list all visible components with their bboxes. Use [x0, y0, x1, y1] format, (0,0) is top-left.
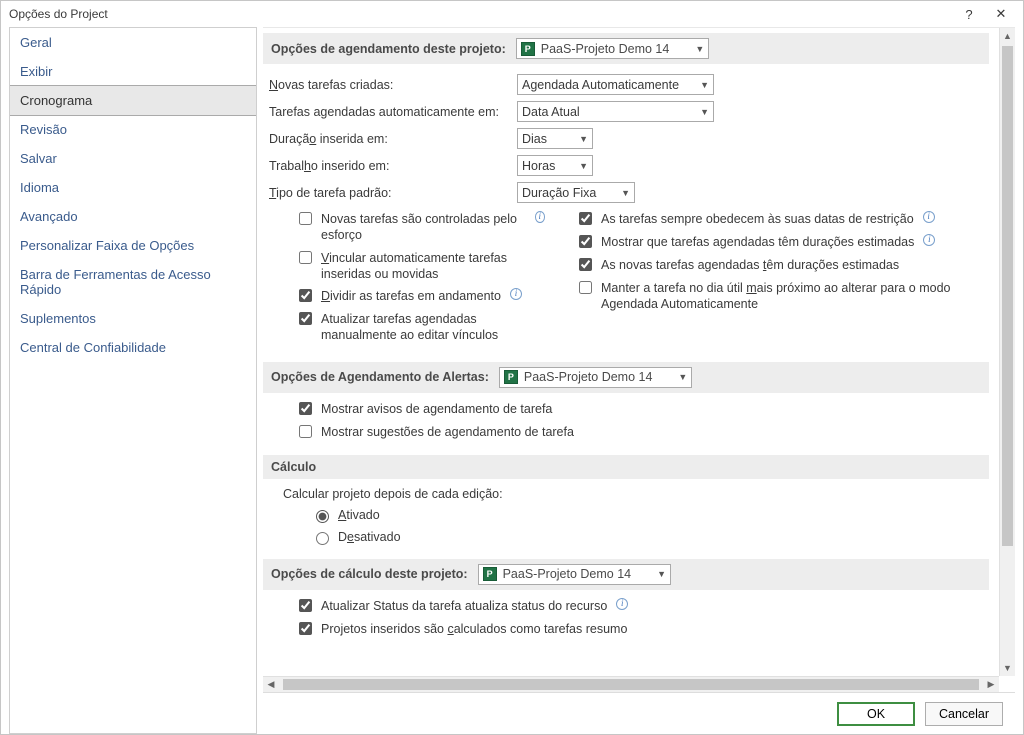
project-file-icon: P — [521, 42, 535, 56]
window-title: Opções do Project — [9, 7, 953, 21]
dialog-footer: OK Cancelar — [263, 692, 1015, 734]
novas-tarefas-combo[interactable]: Agendada Automaticamente▼ — [517, 74, 714, 95]
help-button[interactable]: ? — [953, 1, 985, 27]
scroll-right-arrow[interactable]: ▶ — [983, 677, 999, 692]
vertical-scrollbar[interactable]: ▲ ▼ — [999, 28, 1015, 676]
info-icon[interactable]: i — [923, 234, 935, 246]
chevron-down-icon: ▼ — [700, 107, 709, 117]
duracao-label: Duração inserida em: — [267, 132, 517, 146]
chevron-down-icon: ▼ — [579, 134, 588, 144]
chevron-down-icon: ▼ — [657, 569, 666, 579]
radio-calc-on[interactable]: Ativado — [311, 507, 985, 523]
duracao-combo[interactable]: Dias▼ — [517, 128, 593, 149]
info-icon[interactable]: i — [616, 598, 628, 610]
sidebar-item-suplementos[interactable]: Suplementos — [10, 304, 256, 333]
sidebar-item-barra-acesso-rapido[interactable]: Barra de Ferramentas de Acesso Rápido — [10, 260, 256, 304]
section-calc-project: Opções de cálculo deste projeto: P PaaS-… — [263, 559, 989, 590]
chk-show-estimated[interactable]: Mostrar que tarefas agendadas têm duraçõ… — [575, 234, 985, 251]
calc-project-select[interactable]: P PaaS-Projeto Demo 14 ▼ — [478, 564, 671, 585]
scroll-left-arrow[interactable]: ◀ — [263, 677, 279, 692]
chevron-down-icon: ▼ — [579, 161, 588, 171]
category-sidebar[interactable]: Geral Exibir Cronograma Revisão Salvar I… — [9, 27, 257, 734]
sidebar-item-geral[interactable]: Geral — [10, 28, 256, 57]
scroll-up-arrow[interactable]: ▲ — [1000, 28, 1015, 44]
chevron-down-icon: ▼ — [678, 372, 687, 382]
cancel-button[interactable]: Cancelar — [925, 702, 1003, 726]
chk-split[interactable]: Dividir as tarefas em andamentoi — [295, 288, 545, 305]
sidebar-item-exibir[interactable]: Exibir — [10, 57, 256, 86]
sidebar-item-central-confiabilidade[interactable]: Central de Confiabilidade — [10, 333, 256, 362]
close-button[interactable]: ✕ — [985, 1, 1017, 27]
sidebar-item-idioma[interactable]: Idioma — [10, 173, 256, 202]
tarefas-auto-combo[interactable]: Data Atual▼ — [517, 101, 714, 122]
calc-label: Calcular projeto depois de cada edição: — [283, 487, 985, 501]
tipo-padrao-label: Tipo de tarefa padrão: — [267, 186, 517, 200]
chk-show-suggestions[interactable]: Mostrar sugestões de agendamento de tare… — [295, 424, 985, 441]
radio-calc-off[interactable]: Desativado — [311, 529, 985, 545]
tarefas-auto-label: Tarefas agendadas automaticamente em: — [267, 105, 517, 119]
ok-button[interactable]: OK — [837, 702, 915, 726]
section-sched-project: Opções de agendamento deste projeto: P P… — [263, 33, 989, 64]
info-icon[interactable]: i — [923, 211, 935, 223]
sidebar-item-revisao[interactable]: Revisão — [10, 115, 256, 144]
scroll-thumb[interactable] — [1002, 46, 1013, 546]
trabalho-combo[interactable]: Horas▼ — [517, 155, 593, 176]
titlebar: Opções do Project ? ✕ — [1, 1, 1023, 27]
chevron-down-icon: ▼ — [695, 44, 704, 54]
section-calc: Cálculo — [263, 455, 989, 479]
scroll-thumb-h[interactable] — [283, 679, 979, 690]
chk-show-warnings[interactable]: Mostrar avisos de agendamento de tarefa — [295, 401, 985, 418]
content-scroll[interactable]: Mostrar unidades de atribuição como: Por… — [263, 28, 999, 676]
chevron-down-icon: ▼ — [621, 188, 630, 198]
sidebar-item-avancado[interactable]: Avançado — [10, 202, 256, 231]
chk-autolink[interactable]: Vincular automaticamente tarefas inserid… — [295, 250, 545, 283]
section-alerts: Opções de Agendamento de Alertas: P PaaS… — [263, 362, 989, 393]
project-file-icon: P — [504, 370, 518, 384]
horizontal-scrollbar[interactable]: ◀ ▶ — [263, 676, 999, 692]
sched-project-select[interactable]: P PaaS-Projeto Demo 14 ▼ — [516, 38, 709, 59]
chk-update-manual[interactable]: Atualizar tarefas agendadas manualmente … — [295, 311, 545, 344]
tipo-padrao-combo[interactable]: Duração Fixa▼ — [517, 182, 635, 203]
trabalho-label: Trabalho inserido em: — [267, 159, 517, 173]
info-icon[interactable]: i — [535, 211, 546, 223]
sidebar-item-personalizar-faixa[interactable]: Personalizar Faixa de Opções — [10, 231, 256, 260]
options-dialog: Opções do Project ? ✕ Geral Exibir Crono… — [0, 0, 1024, 735]
chk-inserted-summary[interactable]: Projetos inseridos são calculados como t… — [295, 621, 985, 638]
project-file-icon: P — [483, 567, 497, 581]
scroll-down-arrow[interactable]: ▼ — [1000, 660, 1015, 676]
novas-tarefas-label: Novas tarefas criadas: — [267, 78, 517, 92]
sidebar-item-cronograma[interactable]: Cronograma — [9, 85, 257, 116]
chk-new-estimated[interactable]: As novas tarefas agendadas têm durações … — [575, 257, 985, 274]
sidebar-item-salvar[interactable]: Salvar — [10, 144, 256, 173]
chevron-down-icon: ▼ — [700, 80, 709, 90]
chk-effort-driven[interactable]: Novas tarefas são controladas pelo esfor… — [295, 211, 545, 244]
chk-update-status[interactable]: Atualizar Status da tarefa atualiza stat… — [295, 598, 985, 615]
info-icon[interactable]: i — [510, 288, 522, 300]
alerts-project-select[interactable]: P PaaS-Projeto Demo 14 ▼ — [499, 367, 692, 388]
chk-honor-constraints[interactable]: As tarefas sempre obedecem às suas datas… — [575, 211, 985, 228]
chk-keep-nearest[interactable]: Manter a tarefa no dia útil mais próximo… — [575, 280, 985, 313]
